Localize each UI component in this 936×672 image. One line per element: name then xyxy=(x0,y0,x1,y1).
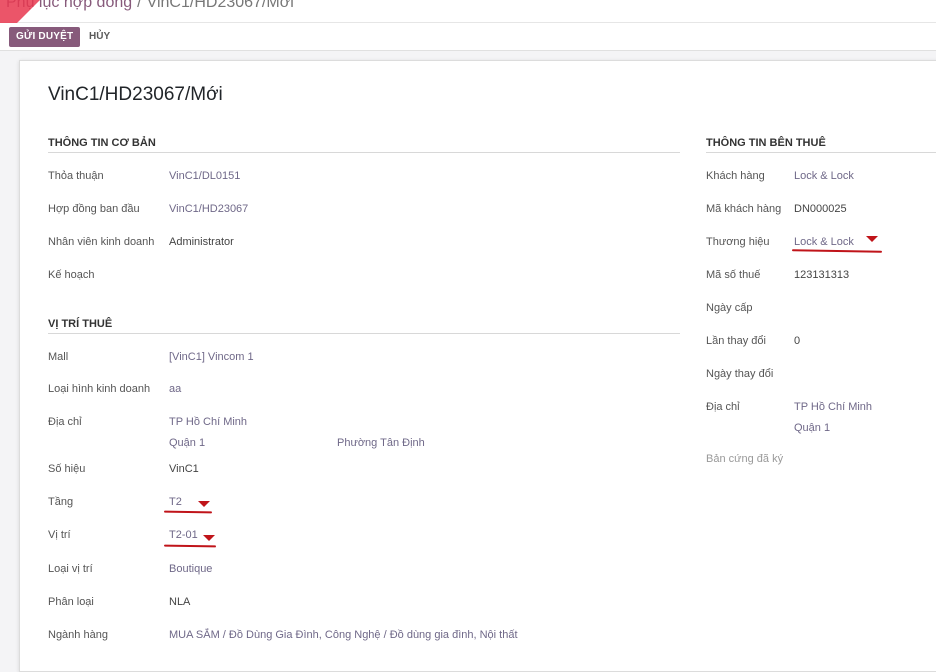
issue-date-label: Ngày cấp xyxy=(706,302,753,314)
original-contract-link[interactable]: VinC1/HD23067 xyxy=(169,203,248,215)
change-count-label: Lần thay đổi xyxy=(706,335,766,347)
breadcrumb: Phụ lục hợp đồng / VinC1/HD23067/Mới xyxy=(6,0,294,12)
agreement-link[interactable]: VinC1/DL0151 xyxy=(169,170,240,182)
brand-dropdown-caret-icon[interactable] xyxy=(866,236,878,242)
salesperson-label: Nhân viên kinh doanh xyxy=(48,236,155,248)
change-date-label: Ngày thay đổi xyxy=(706,368,774,380)
position-type-link[interactable]: Boutique xyxy=(169,563,212,575)
customer-code-label: Mã khách hàng xyxy=(706,203,782,215)
class-label: Phân loại xyxy=(48,596,94,608)
tenant-address-city[interactable]: TP Hồ Chí Minh xyxy=(794,401,872,413)
position-label: Vị trí xyxy=(48,529,71,541)
location-divider xyxy=(48,333,680,334)
position-dropdown-caret-icon[interactable] xyxy=(203,535,215,541)
business-type-link[interactable]: aa xyxy=(169,383,181,395)
code-value: VinC1 xyxy=(169,463,199,475)
submit-approval-button[interactable]: GỬI DUYỆT xyxy=(9,27,81,47)
brand-select[interactable]: Lock & Lock xyxy=(794,236,854,248)
floor-select[interactable]: T2 xyxy=(169,496,182,508)
tenant-divider xyxy=(706,152,936,153)
business-type-label: Loại hình kinh doanh xyxy=(48,383,151,395)
address-city[interactable]: TP Hồ Chí Minh xyxy=(169,416,247,428)
record-title: VinC1/HD23067/Mới xyxy=(48,84,223,105)
customer-label: Khách hàng xyxy=(706,170,765,182)
breadcrumb-current: VinC1/HD23067/Mới xyxy=(146,0,294,11)
address-label: Địa chỉ xyxy=(48,416,82,428)
tenant-address-label: Địa chỉ xyxy=(706,401,740,413)
tax-code-value: 123131313 xyxy=(794,269,850,281)
salesperson-field[interactable]: Administrator xyxy=(169,236,234,248)
tenant-address-district[interactable]: Quận 1 xyxy=(794,422,830,434)
plan-label: Kế hoạch xyxy=(48,269,95,281)
agreement-label: Thỏa thuận xyxy=(48,170,104,182)
change-count-value: 0 xyxy=(794,335,801,347)
action-toolbar: GỬI DUYỆT HỦY xyxy=(0,23,936,51)
basic-info-section-title: THÔNG TIN CƠ BẢN xyxy=(48,137,156,149)
location-section-title: VỊ TRÍ THUÊ xyxy=(48,318,113,330)
code-label: Số hiệu xyxy=(48,463,86,475)
customer-code-value: DN000025 xyxy=(794,203,847,215)
floor-label: Tầng xyxy=(48,496,74,508)
signed-copy-label: Bản cứng đã ký xyxy=(706,453,784,465)
floor-dropdown-caret-icon[interactable] xyxy=(198,501,210,507)
brand-label: Thương hiệu xyxy=(706,236,770,248)
tenant-section-title: THÔNG TIN BÊN THUÊ xyxy=(706,137,826,149)
industry-link[interactable]: MUA SẮM / Đồ Dùng Gia Đình, Công Nghệ / … xyxy=(169,629,518,641)
position-type-label: Loại vị trí xyxy=(48,563,93,575)
breadcrumb-bar: Phụ lục hợp đồng / VinC1/HD23067/Mới xyxy=(0,0,936,23)
cancel-button[interactable]: HỦY xyxy=(89,27,110,47)
breadcrumb-separator: / xyxy=(137,0,142,11)
class-value: NLA xyxy=(169,596,191,608)
address-district[interactable]: Quận 1 xyxy=(169,437,205,449)
mall-label: Mall xyxy=(48,351,69,363)
industry-label: Ngành hàng xyxy=(48,629,108,641)
customer-link[interactable]: Lock & Lock xyxy=(794,170,854,182)
tax-code-label: Mã số thuế xyxy=(706,269,761,281)
address-ward[interactable]: Phường Tân Định xyxy=(337,437,425,449)
mall-link[interactable]: [VinC1] Vincom 1 xyxy=(169,351,254,363)
original-contract-label: Hợp đồng ban đầu xyxy=(48,203,140,215)
basic-info-divider xyxy=(48,152,680,153)
position-select[interactable]: T2-01 xyxy=(169,529,198,541)
